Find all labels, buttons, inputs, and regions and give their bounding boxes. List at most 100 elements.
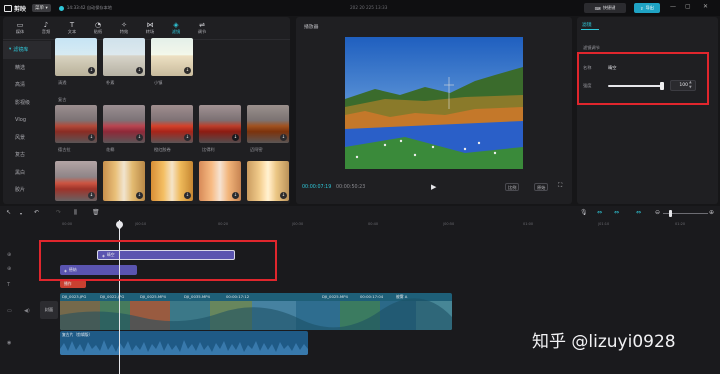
filter-section-title: 滤镜调节 [583, 45, 600, 50]
sidebar-item-retro[interactable]: 复古 [3, 146, 51, 164]
sidebar-item-vlog[interactable]: Vlog [3, 111, 51, 129]
video-track-icon[interactable]: ▭ [7, 308, 12, 314]
download-icon[interactable]: ↓ [136, 134, 143, 141]
filter-thumb[interactable]: ↓ [151, 105, 193, 143]
shortcut-button[interactable]: ⌨ 快捷键 [584, 3, 626, 13]
tab-label: 媒体 [15, 28, 25, 34]
playhead[interactable] [119, 220, 120, 374]
clip-label: DJI_0022.JPG [100, 294, 125, 299]
tab-filter[interactable]: ◈ 滤镜 [163, 19, 189, 36]
select-dropdown-icon[interactable]: ▾ [20, 211, 22, 216]
tab-sticker[interactable]: ◔ 贴纸 [85, 19, 111, 36]
filter-thumb[interactable]: ↓ [151, 161, 193, 201]
sidebar-item-film[interactable]: 胶片 [3, 181, 51, 199]
sidebar-item-featured[interactable]: 精选 [3, 59, 51, 77]
filter-clip[interactable]: ◈ 德纳 [60, 265, 137, 275]
video-preview[interactable] [345, 37, 523, 169]
filter-thumb[interactable]: ↓ [103, 38, 145, 76]
player-panel: 播放器 00:00:07:19 00:00:50:23 ▶ 比例 原始 ⛶ [296, 17, 572, 204]
undo-icon[interactable]: ↶ [34, 209, 39, 216]
export-button[interactable]: ⇪ 导出 [634, 3, 660, 13]
maximize-icon[interactable]: ▢ [685, 3, 691, 10]
tab-transition[interactable]: ⋈ 转场 [137, 19, 163, 36]
download-icon[interactable]: ↓ [88, 67, 95, 74]
tab-label: 音频 [41, 28, 51, 34]
original-button[interactable]: 原始 [534, 183, 549, 191]
download-icon[interactable]: ↓ [184, 67, 191, 74]
strength-input[interactable]: 100 [670, 80, 696, 91]
download-icon[interactable]: ↓ [280, 134, 287, 141]
sidebar-item-library[interactable]: 滤镜库 [3, 41, 51, 59]
download-icon[interactable]: ↓ [136, 67, 143, 74]
mute-icon[interactable]: ◀) [24, 308, 30, 314]
download-icon[interactable]: ↓ [280, 192, 287, 199]
download-icon[interactable]: ↓ [136, 192, 143, 199]
tab-effects[interactable]: ✧ 特效 [111, 19, 137, 36]
strength-slider-track[interactable] [608, 85, 662, 87]
redo-icon[interactable]: ↷ [56, 209, 61, 216]
tab-media[interactable]: ▭ 媒体 [7, 19, 33, 36]
minimize-icon[interactable]: — [670, 3, 676, 10]
sidebar-item-cinematic[interactable]: 影视级 [3, 94, 51, 112]
download-icon[interactable]: ↓ [232, 134, 239, 141]
filter-thumb[interactable]: ↓ [103, 161, 145, 201]
download-icon[interactable]: ↓ [88, 134, 95, 141]
strength-stepper[interactable]: ▲ ▼ [689, 80, 692, 90]
app-window: 剪映 菜单 ▾ 14:33:42 自动保存本地 202 20 225 13:33… [0, 0, 720, 374]
filter-thumb[interactable]: ↓ [55, 161, 97, 201]
download-icon[interactable]: ↓ [184, 192, 191, 199]
filter-thumb[interactable]: ↓ [55, 105, 97, 143]
download-icon[interactable]: ↓ [232, 192, 239, 199]
zoom-slider-handle[interactable] [669, 210, 672, 217]
tab-adjust[interactable]: ⇌ 调节 [189, 19, 215, 36]
split-icon[interactable]: ⫼ [74, 209, 77, 217]
tab-filter-props[interactable]: 滤镜 [582, 21, 592, 28]
play-button[interactable]: ▶ [431, 183, 436, 191]
filter-thumb[interactable]: ↓ [247, 161, 289, 201]
project-name[interactable]: 202 20 225 13:33 [350, 5, 387, 10]
sidebar-item-landscape[interactable]: 风景 [3, 129, 51, 147]
main-track-link-icon[interactable]: ⇔ [597, 209, 602, 216]
strength-slider-handle[interactable] [660, 82, 664, 90]
cover-button[interactable]: 封面 [40, 301, 58, 319]
filter-thumb[interactable]: ↓ [55, 38, 97, 76]
microphone-icon[interactable]: 🎙 [580, 209, 588, 216]
audio-track[interactable]: 复古片（剪辑版） [60, 331, 308, 355]
preview-axis-icon[interactable]: ⇔ [614, 209, 619, 216]
lock-icon[interactable]: ⊕ [7, 252, 11, 258]
clip-label: DJI_0025.MP4 [140, 294, 166, 299]
filter-thumb[interactable]: ↓ [199, 105, 241, 143]
autosave-status: 14:33:42 自动保存本地 [66, 5, 112, 10]
tab-audio[interactable]: ♪ 音频 [33, 19, 59, 36]
download-icon[interactable]: ↓ [88, 192, 95, 199]
time-ruler[interactable]: 00:00 |00:10 00:20 |00:30 00:40 |00:50 0… [58, 220, 720, 230]
strength-label: 强度 [583, 83, 592, 88]
app-logo: 剪映 [4, 4, 26, 13]
effect-clip[interactable]: 播作 [60, 280, 86, 288]
delete-icon[interactable]: 🗑 [92, 209, 100, 216]
zoom-in-icon[interactable]: ⊕ [709, 209, 714, 216]
filter-thumb[interactable]: ↓ [151, 38, 193, 76]
menu-button[interactable]: 菜单 ▾ [32, 4, 51, 12]
tab-text[interactable]: T 文本 [59, 19, 85, 36]
audio-icon: ♪ [43, 20, 49, 29]
lock-icon[interactable]: ⊕ [7, 266, 11, 272]
zoom-out-icon[interactable]: ⊖ [655, 209, 660, 216]
text-track-icon[interactable]: T [7, 282, 10, 288]
name-label: 名称 [583, 65, 592, 70]
snap-icon[interactable]: ⇔ [636, 209, 641, 216]
filter-thumb[interactable]: ↓ [247, 105, 289, 143]
fullscreen-icon[interactable]: ⛶ [558, 182, 562, 190]
audio-track-icon[interactable]: ◉ [7, 340, 11, 346]
close-icon[interactable]: ✕ [703, 3, 708, 10]
filter-thumb[interactable]: ↓ [199, 161, 241, 201]
filter-thumb[interactable]: ↓ [103, 105, 145, 143]
sidebar-item-bw[interactable]: 黑白 [3, 164, 51, 182]
ratio-button[interactable]: 比例 [505, 183, 520, 191]
download-icon[interactable]: ↓ [184, 134, 191, 141]
clip-label: DJI_0025.MP4 [322, 294, 348, 299]
select-tool-icon[interactable]: ↖ [6, 209, 11, 216]
filter-clip[interactable]: ◈ 晴空 [97, 250, 235, 260]
sidebar-item-hd[interactable]: 高清 [3, 76, 51, 94]
clip-label: 晴空 [106, 252, 115, 257]
